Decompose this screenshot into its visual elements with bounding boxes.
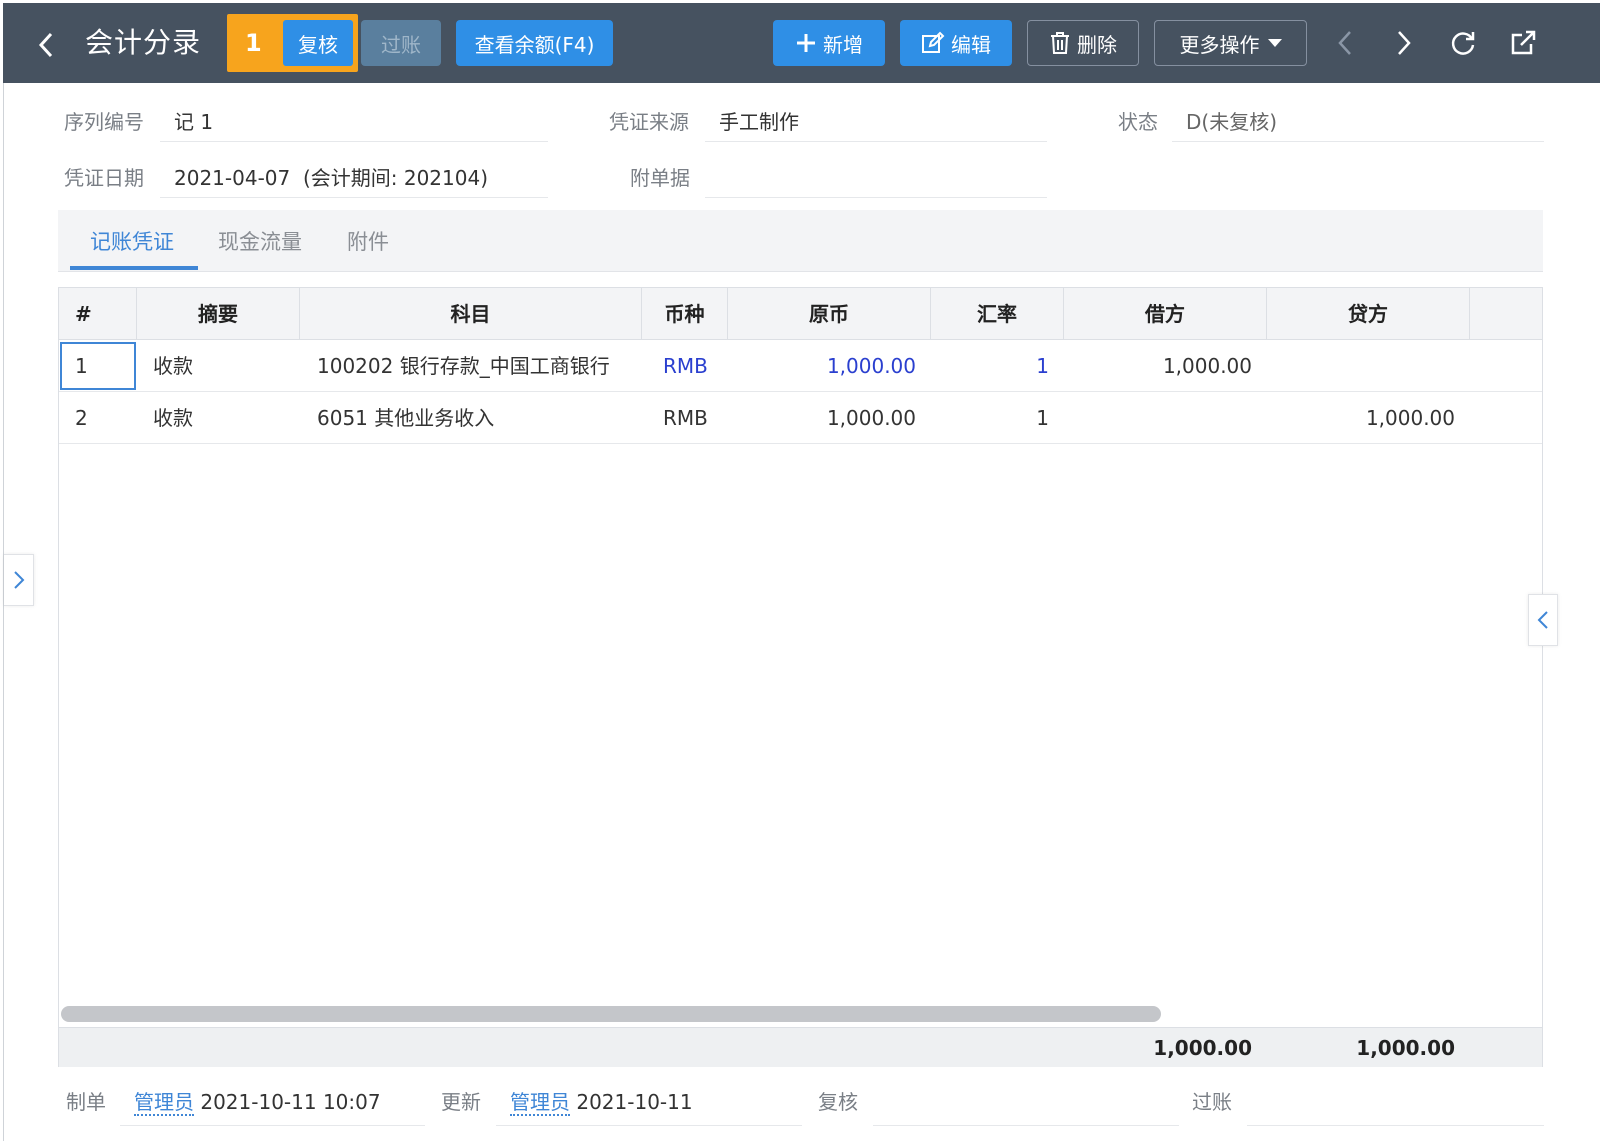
post-button[interactable]: 过账 [361,20,441,66]
serial-no-field[interactable]: 记 1 [160,100,548,142]
row-debit[interactable] [1064,392,1252,444]
maker-label: 制单 [66,1090,106,1114]
row-currency[interactable]: RMB [663,392,708,444]
top-toolbar: 会计分录 1 复核 过账 查看余额(F4) 新增 编辑 删除 更多操作 [3,3,1600,83]
update-user-link[interactable]: 管理员 [510,1090,570,1116]
update-label: 更新 [441,1090,481,1114]
col-header-summary: 摘要 [137,288,300,340]
more-actions-label: 更多操作 [1179,32,1260,57]
col-header-original: 原币 [728,288,931,340]
serial-no-label: 序列编号 [64,110,144,134]
col-header-no: # [59,288,137,340]
delete-button[interactable]: 删除 [1027,20,1139,66]
tab-attachments[interactable]: 附件 [347,228,389,256]
row-account[interactable]: 100202 银行存款_中国工商银行 [317,340,610,392]
chevron-left-icon [38,32,53,58]
table-totals-row: 1,000.00 1,000.00 [59,1027,1542,1067]
maker-time: 2021-10-11 10:07 [200,1090,381,1114]
maker-field: 管理员 2021-10-11 10:07 [120,1082,425,1126]
voucher-source-label: 凭证来源 [609,110,689,134]
maker-user-link[interactable]: 管理员 [134,1090,194,1116]
delete-button-label: 删除 [1077,32,1117,57]
open-external-button[interactable] [1506,25,1540,61]
chevron-right-icon [13,571,24,589]
row-rate[interactable]: 1 [931,392,1049,444]
left-panel-toggle[interactable] [4,554,34,606]
tab-bar: 记账凭证 现金流量 附件 [58,210,1543,272]
col-header-currency: 币种 [642,288,728,340]
chevron-right-icon [1398,31,1411,55]
row-credit[interactable]: 1,000.00 [1267,392,1455,444]
row-summary[interactable]: 收款 [153,340,193,392]
refresh-button[interactable] [1446,25,1480,61]
external-link-icon [1511,30,1536,55]
add-button[interactable]: 新增 [773,20,885,66]
entries-table: # 摘要 科目 币种 原币 汇率 借方 贷方 1 收款 100202 银行存款_… [58,287,1543,1067]
active-tab-indicator [70,266,198,270]
tab-voucher[interactable]: 记账凭证 [90,228,174,256]
table-row[interactable]: 1 收款 100202 银行存款_中国工商银行 RMB 1,000.00 1 1… [59,340,1542,392]
row-original[interactable]: 1,000.00 [728,392,916,444]
edit-icon [921,31,945,55]
attachments-count-label: 附单据 [630,166,690,190]
review-button[interactable]: 复核 [283,20,353,66]
next-record-button[interactable] [1387,25,1421,61]
attachments-count-field[interactable] [705,156,1047,198]
row-no: 1 [75,354,88,378]
page-title: 会计分录 [85,26,202,59]
row-credit[interactable] [1267,340,1455,392]
voucher-date-field[interactable]: 2021-04-07 (会计期间: 202104) [160,156,548,198]
step-callout-number: 1 [245,29,262,57]
more-actions-dropdown[interactable]: 更多操作 [1154,20,1307,66]
col-header-debit: 借方 [1064,288,1267,340]
row-account[interactable]: 6051 其他业务收入 [317,392,494,444]
view-balance-button[interactable]: 查看余额(F4) [456,20,613,66]
right-panel-toggle[interactable] [1528,594,1558,646]
horizontal-scrollbar[interactable] [61,1006,1161,1022]
row-debit[interactable]: 1,000.00 [1064,340,1252,392]
back-button[interactable] [31,25,61,65]
post-field [1247,1082,1544,1126]
status-label: 状态 [1118,110,1158,134]
total-debit: 1,000.00 [1153,1036,1252,1060]
plus-icon [795,32,817,54]
voucher-source-field[interactable]: 手工制作 [705,100,1047,142]
update-field: 管理员 2021-10-11 [496,1082,802,1126]
caret-down-icon [1267,38,1282,48]
refresh-icon [1451,32,1475,55]
status-field: D(未复核) [1172,100,1544,142]
review-label: 复核 [818,1090,858,1114]
table-row[interactable]: 2 收款 6051 其他业务收入 RMB 1,000.00 1 1,000.00 [59,392,1542,444]
post-label: 过账 [1192,1090,1232,1114]
col-header-account: 科目 [300,288,642,340]
col-header-rate: 汇率 [931,288,1064,340]
edit-button[interactable]: 编辑 [900,20,1012,66]
add-button-label: 新增 [823,32,863,57]
selected-cell[interactable] [60,342,136,390]
row-currency[interactable]: RMB [663,340,708,392]
row-rate[interactable]: 1 [931,340,1049,392]
chevron-left-icon [1338,31,1351,55]
total-credit: 1,000.00 [1356,1036,1455,1060]
edit-button-label: 编辑 [951,32,991,57]
voucher-date-label: 凭证日期 [64,166,144,190]
col-header-credit: 贷方 [1267,288,1470,340]
row-original[interactable]: 1,000.00 [728,340,916,392]
previous-record-button[interactable] [1328,25,1362,61]
table-header: # 摘要 科目 币种 原币 汇率 借方 贷方 [59,288,1542,340]
update-time: 2021-10-11 [576,1090,693,1114]
review-field [873,1082,1179,1126]
trash-icon [1049,31,1071,55]
row-summary[interactable]: 收款 [153,392,193,444]
row-no: 2 [75,406,88,430]
tab-cash-flow[interactable]: 现金流量 [218,228,302,256]
chevron-left-icon [1537,611,1548,629]
